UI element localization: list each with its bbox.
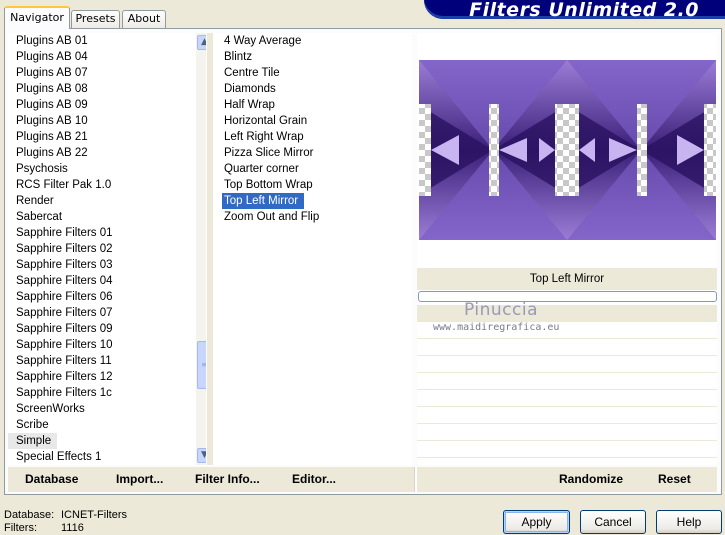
category-item[interactable]: Sapphire Filters 09	[8, 321, 206, 337]
category-item[interactable]: Sapphire Filters 1c	[8, 385, 206, 401]
category-item[interactable]: Plugins AB 04	[8, 49, 206, 65]
param-row	[417, 356, 717, 373]
category-item[interactable]: Plugins AB 21	[8, 129, 206, 145]
scroll-down-icon[interactable]: ▼	[197, 448, 206, 463]
category-item[interactable]: Plugins AB 08	[8, 81, 206, 97]
banner-title: Filters Unlimited 2.0	[469, 0, 699, 21]
category-item[interactable]: Sapphire Filters 01	[8, 225, 206, 241]
category-item[interactable]: Sapphire Filters 12	[8, 369, 206, 385]
param-row	[417, 390, 717, 407]
selected-filter-label: Top Left Mirror	[417, 268, 717, 290]
category-item[interactable]: Plugins AB 01	[8, 33, 206, 49]
toolbar-separator	[414, 467, 417, 492]
toolbar: Database Import... Filter Info... Editor…	[8, 467, 717, 492]
param-row	[417, 339, 717, 356]
category-list[interactable]: Plugins AB 01 Plugins AB 04 Plugins AB 07 P…	[8, 33, 206, 465]
param-row	[417, 373, 717, 390]
tab-about[interactable]: About	[122, 10, 166, 28]
filter-item[interactable]: 4 Way Average	[213, 33, 412, 49]
category-item[interactable]: Psychosis	[8, 161, 206, 177]
randomize-button[interactable]: Randomize	[559, 472, 623, 486]
preview-image	[419, 60, 716, 240]
param-row	[417, 305, 717, 322]
cancel-button[interactable]: Cancel	[580, 510, 646, 534]
category-item[interactable]: Scribe	[8, 417, 206, 433]
filter-item[interactable]: Horizontal Grain	[213, 113, 412, 129]
filter-item[interactable]: Top Left Mirror	[222, 193, 305, 209]
category-scrollbar[interactable]: ▲ ≡ ▼	[196, 33, 206, 465]
category-item[interactable]: Simple	[8, 433, 58, 449]
filters-label: Filters:	[4, 522, 37, 534]
filter-item[interactable]: Blintz	[213, 49, 412, 65]
database-label: Database:	[4, 509, 55, 521]
category-item[interactable]: Special Effects 1	[8, 449, 206, 465]
param-row	[417, 441, 717, 458]
progress-bar	[418, 291, 717, 302]
filter-item[interactable]: Half Wrap	[213, 97, 412, 113]
filters-count: 1116	[61, 522, 84, 534]
category-item[interactable]: Sapphire Filters 11	[8, 353, 206, 369]
category-item[interactable]: Plugins AB 22	[8, 145, 206, 161]
category-item[interactable]: RCS Filter Pak 1.0	[8, 177, 206, 193]
filter-item[interactable]: Diamonds	[213, 81, 412, 97]
status-info: Database: ICNET-Filters Filters: 1116	[4, 509, 127, 535]
category-item[interactable]: Plugins AB 07	[8, 65, 206, 81]
category-item[interactable]: Render	[8, 193, 206, 209]
filter-item[interactable]: Quarter corner	[213, 161, 412, 177]
import-button[interactable]: Import...	[116, 472, 163, 486]
filter-item[interactable]: Centre Tile	[213, 65, 412, 81]
category-item[interactable]: Sapphire Filters 03	[8, 257, 206, 273]
filter-item[interactable]: Pizza Slice Mirror	[213, 145, 412, 161]
category-item[interactable]: Sapphire Filters 10	[8, 337, 206, 353]
category-item[interactable]: Sapphire Filters 02	[8, 241, 206, 257]
filter-item[interactable]: Top Bottom Wrap	[213, 177, 412, 193]
watermark-name: Pinuccia	[464, 300, 538, 320]
tab-navigator[interactable]: Navigator	[4, 6, 70, 29]
filter-item[interactable]: Zoom Out and Flip	[213, 209, 412, 225]
category-item[interactable]: Plugins AB 09	[8, 97, 206, 113]
param-row	[417, 407, 717, 424]
reset-button[interactable]: Reset	[658, 472, 691, 486]
category-item[interactable]: Sapphire Filters 06	[8, 289, 206, 305]
filter-list[interactable]: 4 Way Average Blintz Centre Tile Diamonds Ha…	[213, 33, 412, 465]
database-value: ICNET-Filters	[61, 509, 127, 521]
scroll-thumb[interactable]: ≡	[197, 341, 206, 389]
database-button[interactable]: Database	[25, 472, 78, 486]
category-item[interactable]: Sapphire Filters 04	[8, 273, 206, 289]
category-item[interactable]: ScreenWorks	[8, 401, 206, 417]
apply-button[interactable]: Apply	[503, 510, 570, 534]
category-item[interactable]: Sabercat	[8, 209, 206, 225]
editor-button[interactable]: Editor...	[292, 472, 336, 486]
category-item[interactable]: Plugins AB 10	[8, 113, 206, 129]
filter-info-button[interactable]: Filter Info...	[195, 472, 260, 486]
category-item[interactable]: Sapphire Filters 07	[8, 305, 206, 321]
filter-item[interactable]: Left Right Wrap	[213, 129, 412, 145]
help-button[interactable]: Help	[656, 510, 722, 534]
tab-presets[interactable]: Presets	[71, 10, 120, 28]
param-row	[417, 424, 717, 441]
scroll-up-icon[interactable]: ▲	[197, 35, 206, 50]
title-banner: Filters Unlimited 2.0	[424, 0, 725, 21]
watermark-url: www.maidiregrafica.eu	[433, 322, 560, 333]
